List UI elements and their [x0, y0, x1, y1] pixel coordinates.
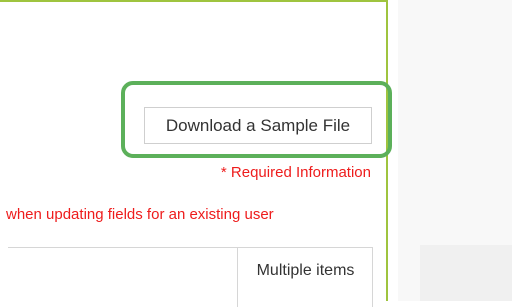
panel-top-border — [0, 0, 388, 2]
required-information-note: * Required Information — [220, 164, 371, 181]
download-sample-file-button[interactable]: Download a Sample File — [144, 107, 372, 144]
existing-user-update-note: when updating fields for an existing use… — [6, 206, 274, 223]
right-panel-lower-block — [420, 245, 512, 301]
column-header-multiple-items: Multiple items — [256, 262, 355, 279]
